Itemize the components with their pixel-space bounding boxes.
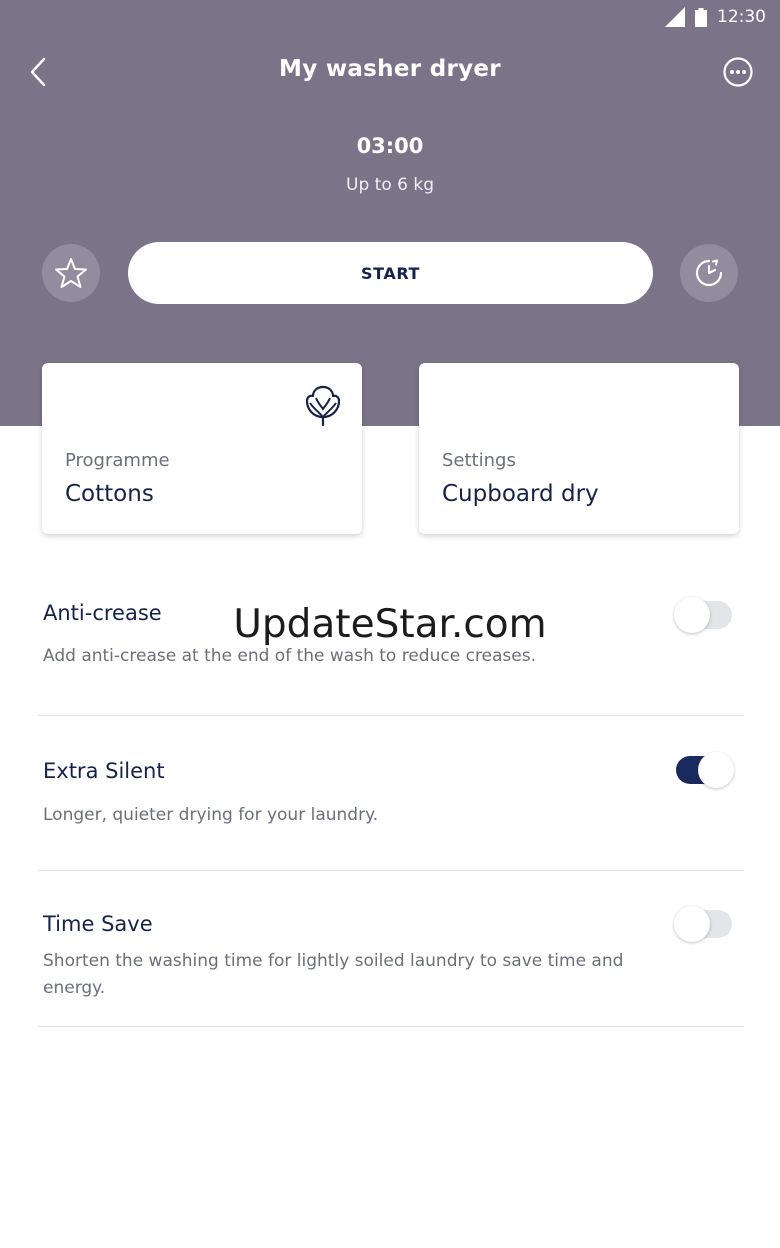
settings-label: Settings [442,450,516,471]
status-time: 12:30 [717,7,766,27]
more-horizontal-icon [723,57,753,87]
page-title: My washer dryer [279,56,501,82]
divider [38,870,744,871]
start-button[interactable]: START [128,242,653,304]
more-options-button[interactable] [718,54,758,90]
battery-icon [695,7,707,27]
top-bar: My washer dryer [0,42,780,102]
star-icon [55,258,87,288]
time-save-title: Time Save [43,912,153,936]
anti-crease-toggle[interactable] [674,597,732,633]
divider [38,715,744,716]
cotton-icon [305,385,341,427]
programme-value: Cottons [65,481,154,507]
favourite-button[interactable] [42,244,100,302]
anti-crease-title: Anti-crease [43,601,162,625]
time-save-toggle[interactable] [674,906,732,942]
anti-crease-description: Add anti-crease at the end of the wash t… [43,646,536,666]
time-save-description: Shorten the washing time for lightly soi… [43,951,624,998]
timer-icon [695,259,723,287]
status-bar: 12:30 [0,0,780,34]
programme-card[interactable]: Programme Cottons [42,363,362,534]
extra-silent-toggle[interactable] [676,752,734,788]
divider [38,1026,744,1027]
toggle-knob [698,752,734,788]
settings-card[interactable]: Settings Cupboard dry [419,363,739,534]
delay-start-button[interactable] [680,244,738,302]
settings-value: Cupboard dry [442,481,599,507]
toggle-knob [674,906,710,942]
signal-icon [665,7,685,27]
max-load: Up to 6 kg [346,175,434,195]
programme-duration: 03:00 [356,134,424,158]
extra-silent-description: Longer, quieter drying for your laundry. [43,805,379,825]
programme-label: Programme [65,450,170,471]
toggle-knob [674,597,710,633]
extra-silent-title: Extra Silent [43,759,165,783]
